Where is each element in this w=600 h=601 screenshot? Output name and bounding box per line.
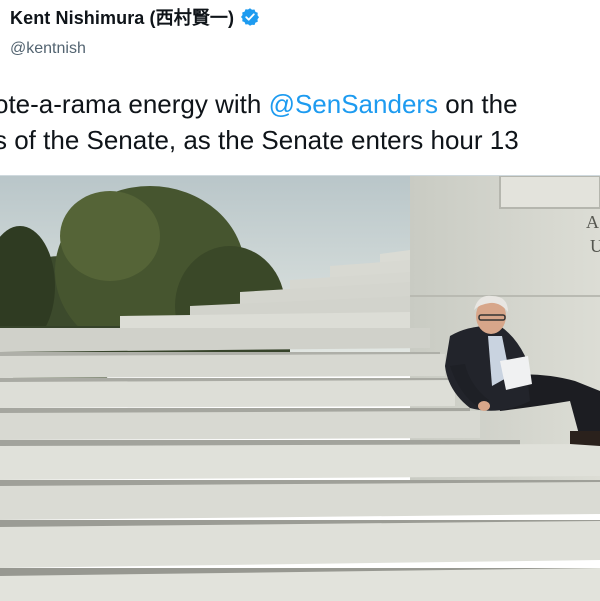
author-display-name[interactable]: Kent Nishimura (西村賢一): [10, 4, 234, 30]
inscription-letter: A: [586, 212, 599, 232]
tweet-header: Kent Nishimura (西村賢一) @kentnish: [10, 4, 260, 58]
tweet-text-segment: on the: [438, 89, 518, 119]
tweet-text-line-2: s of the Senate, as the Senate enters ho…: [0, 125, 519, 155]
inscription-letter: U: [590, 236, 600, 256]
tweet-text-line-1: ote-a-rama energy with @SenSanders on th…: [0, 86, 600, 122]
tweet-text-segment: ote-a-rama energy with: [0, 89, 269, 119]
author-row[interactable]: Kent Nishimura (西村賢一): [10, 4, 260, 30]
tweet-photo[interactable]: A U: [0, 175, 600, 601]
mention-link[interactable]: @SenSanders: [269, 89, 439, 119]
verified-badge-icon: [241, 8, 260, 26]
tweet-text: ote-a-rama energy with @SenSanders on th…: [0, 86, 600, 158]
building-cornice: [499, 176, 600, 209]
author-handle[interactable]: @kentnish: [10, 40, 260, 58]
photo-image: A U: [0, 176, 600, 601]
